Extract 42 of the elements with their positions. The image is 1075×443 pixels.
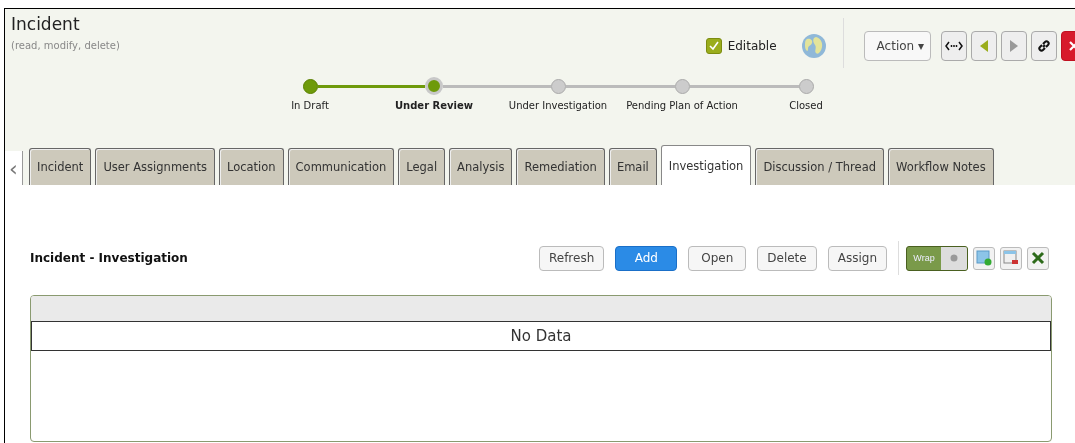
tab[interactable]: Workflow Notes xyxy=(888,148,994,185)
link-icon xyxy=(1037,39,1051,53)
stage-label: Closed xyxy=(788,100,824,111)
x-icon xyxy=(1031,251,1045,265)
toolbar-button[interactable]: Refresh xyxy=(538,245,605,271)
stage-label: Pending Plan of Action xyxy=(625,100,739,111)
remove-column-button[interactable] xyxy=(1000,246,1022,270)
toolbar-button[interactable]: Assign xyxy=(827,245,887,271)
empty-message: No Data xyxy=(31,321,1051,351)
triangle-left-icon xyxy=(980,40,988,52)
tab[interactable]: Investigation xyxy=(660,145,752,185)
action-menu-button[interactable]: Action ▾ xyxy=(863,31,931,61)
toolbar-button[interactable]: Open xyxy=(688,245,747,271)
code-arrows-icon xyxy=(945,41,963,51)
tab[interactable]: Discussion / Thread xyxy=(755,148,884,185)
editable-label: Editable xyxy=(727,39,777,53)
stage-label: In Draft xyxy=(290,100,330,111)
scroll-left-button[interactable]: ‹ xyxy=(5,151,23,185)
triangle-right-icon xyxy=(1010,40,1018,52)
page-title: Incident xyxy=(11,14,81,34)
tab[interactable]: Legal xyxy=(398,148,446,185)
tab[interactable]: Remediation xyxy=(516,148,605,185)
add-column-button[interactable] xyxy=(973,246,995,270)
toolbar-button[interactable]: Delete xyxy=(757,245,817,271)
stage-label: Under Investigation xyxy=(507,100,609,111)
tab[interactable]: Incident xyxy=(29,148,92,185)
table-minus-icon xyxy=(1003,250,1019,266)
tab[interactable]: Communication xyxy=(287,148,395,185)
section-title: Incident - Investigation xyxy=(30,251,188,265)
tab[interactable]: User Assignments xyxy=(95,148,215,185)
table-plus-icon xyxy=(976,250,992,266)
editable-checkbox[interactable] xyxy=(705,38,722,54)
link-button[interactable] xyxy=(1031,31,1057,61)
tab[interactable]: Analysis xyxy=(449,148,513,185)
permissions-text: (read, modify, delete) xyxy=(11,40,120,51)
expand-button[interactable] xyxy=(941,31,967,61)
knob-icon xyxy=(950,254,958,262)
toolbar-button[interactable]: Add xyxy=(615,245,678,271)
tab[interactable]: Email xyxy=(608,148,657,185)
stage-label: Under Review xyxy=(393,100,474,111)
export-excel-button[interactable] xyxy=(1027,246,1049,270)
tab[interactable]: Location xyxy=(218,148,284,185)
